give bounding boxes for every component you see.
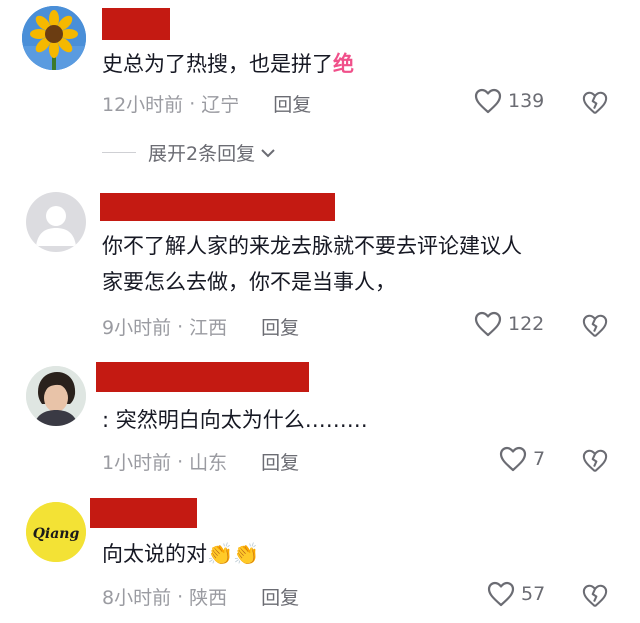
timestamp: 8小时前 xyxy=(102,587,172,609)
comment-meta: 12小时前 · 辽宁 回复 xyxy=(102,90,311,117)
like-button[interactable]: 7 xyxy=(499,446,545,472)
photo-avatar[interactable] xyxy=(26,366,86,426)
sunflower-avatar[interactable] xyxy=(22,6,86,70)
separator: · xyxy=(189,92,196,115)
like-count: 139 xyxy=(508,90,545,112)
reply-button[interactable]: 回复 xyxy=(261,583,299,610)
comment-text: : 突然明白向太为什么……… xyxy=(102,408,368,432)
like-count: 122 xyxy=(508,313,545,335)
sunflower-icon xyxy=(22,6,86,70)
separator: · xyxy=(177,315,184,338)
location: 陕西 xyxy=(189,587,228,609)
comment-text: 你不了解人家的来龙去脉就不要去评论建议人 家要怎么去做，你不是当事人， xyxy=(102,234,522,294)
redacted-username xyxy=(90,498,197,528)
reply-button[interactable]: 回复 xyxy=(261,448,299,475)
qiang-logo-avatar[interactable]: Qiang xyxy=(26,502,86,562)
broken-heart-icon[interactable] xyxy=(582,448,608,474)
chevron-down-icon xyxy=(261,148,275,157)
timestamp: 12小时前 xyxy=(102,94,184,116)
broken-heart-icon[interactable] xyxy=(582,90,608,116)
logo-text: Qiang xyxy=(33,526,80,542)
heart-icon xyxy=(474,311,502,337)
logo-icon: Qiang xyxy=(26,502,86,562)
broken-heart-icon[interactable] xyxy=(582,313,608,339)
heart-icon xyxy=(474,88,502,114)
comment-text: 史总为了热搜，也是拼了绝 xyxy=(102,52,354,76)
user-silhouette-icon xyxy=(36,206,76,246)
heart-icon xyxy=(487,581,515,607)
like-count: 57 xyxy=(521,583,546,605)
timestamp: 9小时前 xyxy=(102,317,172,339)
person-photo-icon xyxy=(26,366,86,426)
location: 江西 xyxy=(189,317,228,339)
timestamp: 1小时前 xyxy=(102,452,172,474)
reply-button[interactable]: 回复 xyxy=(273,90,311,117)
divider-line xyxy=(102,152,136,153)
like-button[interactable]: 57 xyxy=(487,581,545,607)
redacted-username xyxy=(100,193,335,221)
comment-meta: 1小时前 · 山东 回复 xyxy=(102,448,299,475)
clap-emoji-icon: 👏👏 xyxy=(207,542,260,566)
separator: · xyxy=(177,450,184,473)
heart-icon xyxy=(499,446,527,472)
location: 辽宁 xyxy=(201,94,240,116)
comment-meta: 9小时前 · 江西 回复 xyxy=(102,313,299,340)
jue-emoji-icon: 绝 xyxy=(333,52,354,76)
like-count: 7 xyxy=(533,448,546,470)
reply-button[interactable]: 回复 xyxy=(261,313,299,340)
broken-heart-icon[interactable] xyxy=(582,583,608,609)
comment-meta: 8小时前 · 陕西 回复 xyxy=(102,583,299,610)
location: 山东 xyxy=(189,452,228,474)
expand-label: 展开2条回复 xyxy=(148,143,256,165)
redacted-username xyxy=(102,8,170,40)
redacted-username xyxy=(96,362,309,392)
expand-replies-button[interactable]: 展开2条回复 xyxy=(102,139,277,166)
default-avatar[interactable] xyxy=(26,192,86,252)
like-button[interactable]: 122 xyxy=(474,311,544,337)
comment-text: 向太说的对👏👏 xyxy=(102,542,260,566)
separator: · xyxy=(177,585,184,608)
like-button[interactable]: 139 xyxy=(474,88,544,114)
